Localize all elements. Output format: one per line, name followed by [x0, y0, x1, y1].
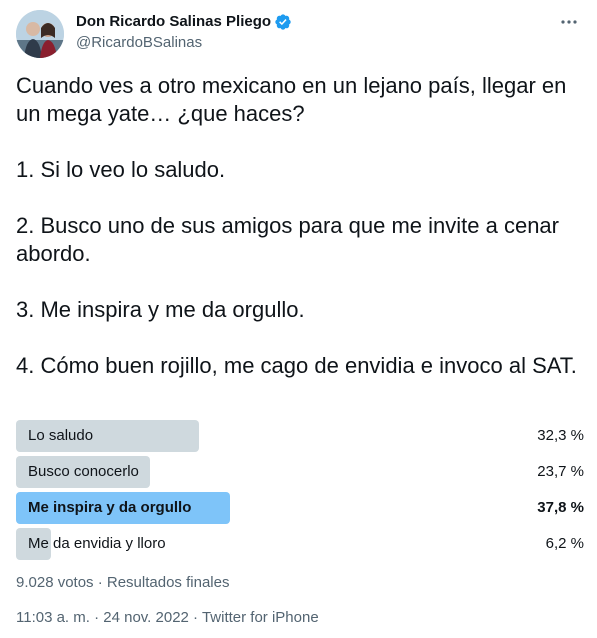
poll: Lo saludo 32,3 % Busco conocerlo 23,7 % …: [16, 420, 584, 564]
poll-option-percent: 32,3 %: [537, 427, 584, 444]
poll-option-percent: 23,7 %: [537, 463, 584, 480]
tweet-paragraph: 1. Si lo veo lo saludo.: [16, 157, 226, 182]
poll-option: Me da envidia y lloro 6,2 %: [16, 528, 584, 560]
tweet-text: Cuando ves a otro mexicano en un lejano …: [16, 72, 586, 380]
poll-meta: 9.028 votos · Resultados finales: [16, 574, 230, 591]
user-handle[interactable]: @RicardoBSalinas: [76, 33, 292, 53]
poll-option-label: Lo saludo: [28, 427, 94, 444]
tweet-paragraph: Cuando ves a otro mexicano en un lejano …: [16, 73, 567, 126]
tweet-header: Don Ricardo Salinas Pliego @RicardoBSali…: [16, 10, 581, 58]
tweet-timestamp[interactable]: 11:03 a. m. · 24 nov. 2022 · Twitter for…: [16, 608, 319, 628]
poll-option-percent: 37,8 %: [537, 499, 584, 516]
more-options-icon[interactable]: [559, 12, 579, 32]
poll-option-label: Me da envidia y lloro: [28, 535, 166, 552]
poll-option-label: Me inspira y da orgullo: [28, 499, 192, 516]
tweet-paragraph: 4. Cómo buen rojillo, me cago de envidia…: [16, 353, 577, 378]
tweet-paragraph: 2. Busco uno de sus amigos para que me i…: [16, 213, 559, 266]
display-name[interactable]: Don Ricardo Salinas Pliego: [76, 12, 271, 32]
poll-option: Me inspira y da orgullo 37,8 %: [16, 492, 584, 524]
poll-option: Lo saludo 32,3 %: [16, 420, 584, 452]
poll-option: Busco conocerlo 23,7 %: [16, 456, 584, 488]
poll-option-label: Busco conocerlo: [28, 463, 139, 480]
tweet-paragraph: 3. Me inspira y me da orgullo.: [16, 297, 305, 322]
avatar[interactable]: [16, 10, 64, 58]
poll-option-percent: 6,2 %: [545, 535, 584, 552]
verified-badge-icon: [275, 14, 291, 30]
